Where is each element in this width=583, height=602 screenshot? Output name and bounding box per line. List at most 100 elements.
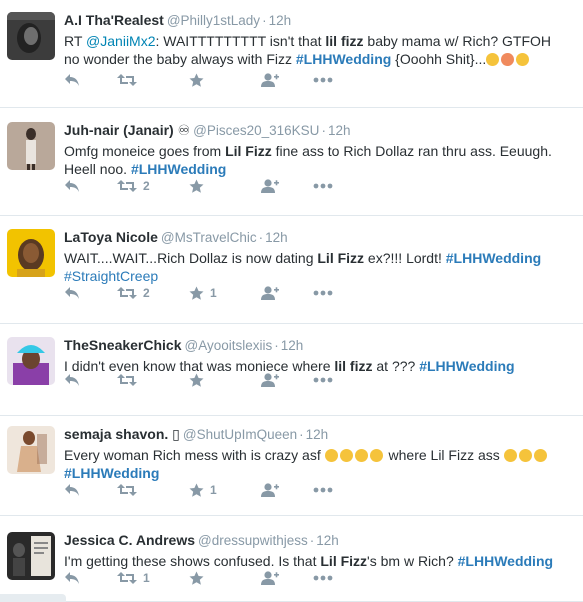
timestamp[interactable]: 12h (306, 427, 329, 442)
retweet-button[interactable]: 1 (117, 569, 189, 587)
favorite-count: 1 (210, 286, 217, 300)
favorite-button[interactable] (189, 177, 259, 195)
follow-icon (259, 178, 279, 194)
follow-button[interactable] (259, 371, 313, 389)
joy-emoji-icon (503, 449, 517, 462)
tweet-actions (64, 71, 353, 89)
author-name[interactable]: TheSneakerChick (64, 337, 182, 353)
hashtag-link[interactable]: #LHHWedding (419, 358, 514, 374)
text-segment: fine ass to Rich Dollaz ran thru ass. Ee… (271, 143, 552, 159)
avatar[interactable] (7, 426, 55, 474)
author-handle[interactable]: @Ayooitslexiis (185, 338, 273, 353)
author-name[interactable]: LaToya Nicole (64, 229, 158, 245)
author-handle[interactable]: @ShutUpImQueen (183, 427, 297, 442)
mention-link[interactable]: @JaniiMx2 (86, 33, 155, 49)
more-button[interactable] (313, 284, 353, 302)
hashtag-link[interactable]: #LHHWedding (458, 553, 553, 569)
timeline: A.I Tha'Realest @Philly1stLady · 12h RT @Jan… (0, 0, 583, 602)
avatar[interactable] (7, 532, 55, 580)
text-segment: ex?!!! Lordt! (364, 250, 446, 266)
favorite-button[interactable] (189, 569, 259, 587)
tweet[interactable]: LaToya Nicole @MsTravelChic · 12h WAIT....WA… (0, 216, 583, 324)
text-segment: {Ooohh Shit}... (391, 51, 487, 67)
follow-button[interactable] (259, 569, 313, 587)
retweet-button[interactable]: 2 (117, 284, 189, 302)
author-name-suffix: ▯ (168, 426, 180, 442)
favorite-icon (189, 179, 204, 194)
timestamp[interactable]: 12h (316, 533, 339, 548)
retweet-button[interactable] (117, 71, 189, 89)
favorite-count: 1 (210, 483, 217, 497)
avatar[interactable] (7, 337, 55, 385)
tweet-header: A.I Tha'Realest @Philly1stLady · 12h (64, 11, 575, 30)
hashtag-link[interactable]: #StraightCreep (64, 268, 158, 284)
reply-button[interactable] (64, 177, 117, 195)
more-icon (313, 575, 333, 581)
separator-dot: · (274, 338, 279, 353)
favorite-button[interactable]: 1 (189, 284, 259, 302)
tweet-text: Every woman Rich mess with is crazy asf … (64, 446, 575, 482)
follow-button[interactable] (259, 71, 313, 89)
tweet[interactable]: semaja shavon. ▯ @ShutUpImQueen · 12h Every … (0, 416, 583, 516)
retweet-count: 1 (143, 571, 150, 585)
author-name[interactable]: Jessica C. Andrews (64, 532, 195, 548)
follow-button[interactable] (259, 284, 313, 302)
author-handle[interactable]: @MsTravelChic (161, 230, 257, 245)
reply-icon (64, 286, 80, 300)
tweet-header: Jessica C. Andrews @dressupwithjess · 12h (64, 531, 575, 550)
reply-button[interactable] (64, 284, 117, 302)
unamused-emoji-icon (324, 449, 338, 462)
avatar[interactable] (7, 12, 55, 60)
timestamp[interactable]: 12h (281, 338, 304, 353)
retweet-count: 2 (143, 179, 150, 193)
reply-button[interactable] (64, 71, 117, 89)
hashtag-link[interactable]: #LHHWedding (446, 250, 541, 266)
tweet[interactable]: A.I Tha'Realest @Philly1stLady · 12h RT @Jan… (0, 0, 583, 108)
avatar[interactable] (7, 229, 55, 277)
avatar[interactable] (7, 122, 55, 170)
follow-button[interactable] (259, 481, 313, 499)
more-button[interactable] (313, 71, 353, 89)
timestamp[interactable]: 12h (265, 230, 288, 245)
reply-button[interactable] (64, 481, 117, 499)
text-segment: : WAITTTTTTTTT isn't that (155, 33, 326, 49)
retweet-button[interactable] (117, 371, 189, 389)
reply-button[interactable] (64, 371, 117, 389)
hashtag-link[interactable]: #LHHWedding (296, 51, 391, 67)
hashtag-link[interactable]: #LHHWedding (131, 161, 226, 177)
timestamp[interactable]: 12h (269, 13, 292, 28)
author-name[interactable]: A.I Tha'Realest (64, 12, 164, 28)
author-name[interactable]: Juh-nair (Janair) (64, 122, 174, 138)
favorite-icon (189, 286, 204, 301)
more-button[interactable] (313, 481, 353, 499)
more-button[interactable] (313, 371, 353, 389)
more-button[interactable] (313, 177, 353, 195)
tongue-emoji-icon (501, 53, 515, 66)
more-icon (313, 183, 333, 189)
reply-button[interactable] (64, 569, 117, 587)
smile-emoji-icon (516, 53, 530, 66)
favorite-button[interactable] (189, 371, 259, 389)
follow-icon (259, 72, 279, 88)
hashtag-link[interactable]: #LHHWedding (64, 465, 159, 481)
retweet-button[interactable]: 2 (117, 177, 189, 195)
text-segment: baby mama w/ Rich? GTFOH (363, 33, 552, 49)
tweet-actions: 2 (64, 177, 353, 195)
tweet[interactable]: Juh-nair (Janair) ♾ @Pisces20_316KSU · 12h O… (0, 108, 583, 216)
text-segment: Every woman Rich mess with is crazy asf (64, 447, 325, 463)
author-handle[interactable]: @dressupwithjess (198, 533, 308, 548)
text-segment: RT (64, 33, 87, 49)
timestamp[interactable]: 12h (328, 123, 351, 138)
author-handle[interactable]: @Philly1stLady (167, 13, 260, 28)
tweet[interactable]: TheSneakerChick @Ayooitslexiis · 12h I didn'… (0, 324, 583, 416)
author-name[interactable]: semaja shavon. (64, 426, 168, 442)
text-segment: I'm getting these shows confused. Is tha… (64, 553, 321, 569)
favorite-button[interactable]: 1 (189, 481, 259, 499)
more-button[interactable] (313, 569, 353, 587)
follow-button[interactable] (259, 177, 313, 195)
tweet[interactable]: Jessica C. Andrews @dressupwithjess · 12h I'… (0, 516, 583, 602)
favorite-button[interactable] (189, 71, 259, 89)
author-handle[interactable]: @Pisces20_316KSU (193, 123, 319, 138)
retweet-button[interactable] (117, 481, 189, 499)
tweet-text: WAIT....WAIT...Rich Dollaz is now dating… (64, 249, 575, 285)
